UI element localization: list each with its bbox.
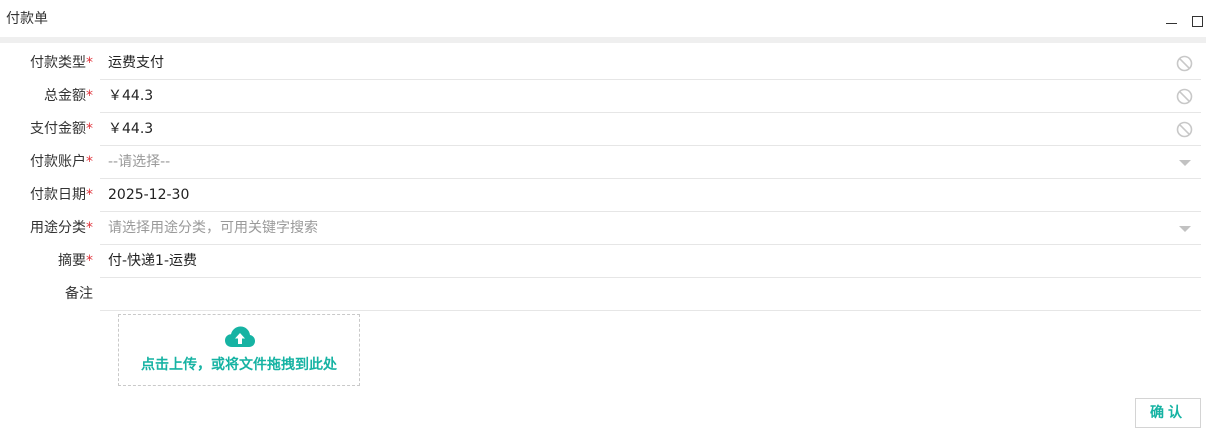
field-label-total-amount: 总金额* bbox=[44, 88, 93, 104]
total-amount-value: ￥44.3 bbox=[108, 88, 154, 104]
form-row-remark: 备注 bbox=[0, 278, 1206, 311]
file-upload-dropzone[interactable]: 点击上传，或将文件拖拽到此处 bbox=[118, 314, 360, 386]
field-label-summary: 摘要* bbox=[58, 253, 93, 269]
maximize-icon[interactable] bbox=[1192, 14, 1204, 27]
pay-amount-field: ￥44.3 bbox=[100, 113, 1201, 146]
form-row-payment-type: 付款类型* 运费支付 bbox=[0, 47, 1206, 80]
payment-type-field: 运费支付 bbox=[100, 47, 1201, 80]
summary-input[interactable]: 付-快递1-运费 bbox=[100, 245, 1201, 278]
field-label-usage-category: 用途分类* bbox=[30, 220, 93, 236]
header-divider bbox=[0, 37, 1206, 43]
form-row-usage-category: 用途分类* 请选择用途分类，可用关键字搜索 bbox=[0, 212, 1206, 245]
usage-category-select[interactable]: 请选择用途分类，可用关键字搜索 bbox=[100, 212, 1201, 245]
total-amount-field: ￥44.3 bbox=[100, 80, 1201, 113]
chevron-down-icon[interactable] bbox=[1179, 160, 1191, 166]
required-marker: * bbox=[86, 253, 93, 269]
required-marker: * bbox=[86, 220, 93, 236]
remark-input[interactable] bbox=[100, 278, 1201, 311]
payment-account-placeholder: --请选择-- bbox=[108, 154, 171, 170]
usage-category-placeholder: 请选择用途分类，可用关键字搜索 bbox=[108, 220, 318, 236]
field-label-payment-type: 付款类型* bbox=[30, 55, 93, 71]
field-label-pay-amount: 支付金额* bbox=[30, 121, 93, 137]
minimize-icon[interactable] bbox=[1166, 14, 1178, 26]
payment-date-input[interactable]: 2025-12-30 bbox=[100, 179, 1201, 212]
cloud-upload-icon bbox=[225, 326, 255, 347]
required-marker: * bbox=[86, 121, 93, 137]
field-label-payment-account: 付款账户* bbox=[30, 154, 93, 170]
disabled-icon bbox=[1176, 55, 1193, 72]
form-row-pay-amount: 支付金额* ￥44.3 bbox=[0, 113, 1206, 146]
upload-hint-text: 点击上传，或将文件拖拽到此处 bbox=[141, 357, 337, 373]
dialog-titlebar: 付款单 bbox=[0, 0, 1206, 37]
chevron-down-icon[interactable] bbox=[1179, 226, 1191, 232]
disabled-icon bbox=[1176, 121, 1193, 138]
required-marker: * bbox=[86, 187, 93, 203]
form-row-payment-date: 付款日期* 2025-12-30 bbox=[0, 179, 1206, 212]
form-row-total-amount: 总金额* ￥44.3 bbox=[0, 80, 1206, 113]
payment-type-value: 运费支付 bbox=[108, 55, 164, 71]
field-label-payment-date: 付款日期* bbox=[30, 187, 93, 203]
summary-value: 付-快递1-运费 bbox=[108, 253, 198, 269]
form-row-summary: 摘要* 付-快递1-运费 bbox=[0, 245, 1206, 278]
confirm-button[interactable]: 确认 bbox=[1135, 398, 1201, 428]
payment-date-value: 2025-12-30 bbox=[108, 187, 190, 203]
pay-amount-value: ￥44.3 bbox=[108, 121, 154, 137]
required-marker: * bbox=[86, 55, 93, 71]
required-marker: * bbox=[86, 154, 93, 170]
required-marker: * bbox=[86, 88, 93, 104]
payment-account-select[interactable]: --请选择-- bbox=[100, 146, 1201, 179]
form-row-payment-account: 付款账户* --请选择-- bbox=[0, 146, 1206, 179]
payment-dialog: 付款单 付款类型* 运费支付 总金额* ￥44.3 支付金额* ￥44.3 付款… bbox=[0, 0, 1206, 433]
dialog-title: 付款单 bbox=[6, 11, 48, 27]
field-label-remark: 备注 bbox=[65, 286, 93, 302]
disabled-icon bbox=[1176, 88, 1193, 105]
payment-form: 付款类型* 运费支付 总金额* ￥44.3 支付金额* ￥44.3 付款账户* bbox=[0, 47, 1206, 311]
